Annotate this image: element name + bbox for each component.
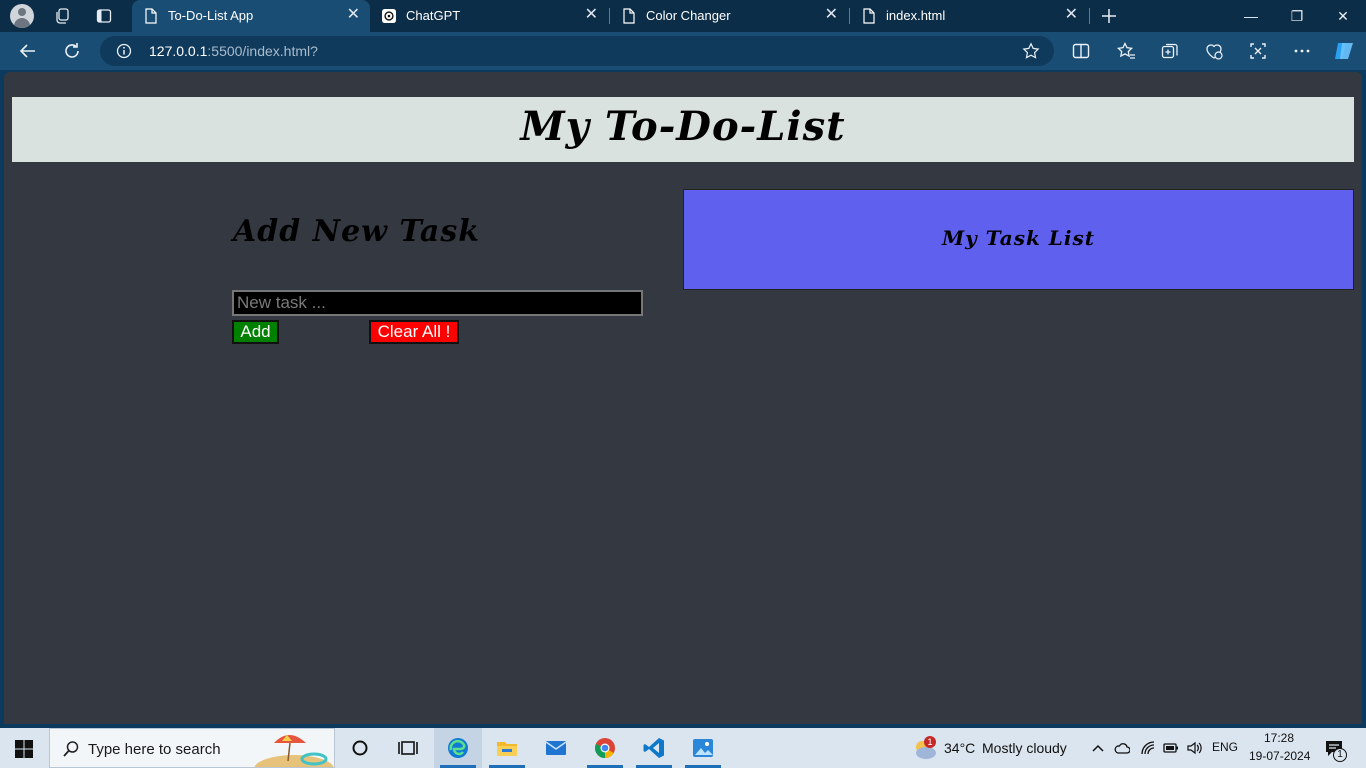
vscode-icon: [643, 738, 664, 758]
mail-envelope-icon: [545, 741, 567, 755]
browser-tab-strip: To-Do-List App ✕ ChatGPT ✕ Color Changer…: [0, 0, 1366, 32]
tab-chatgpt[interactable]: ChatGPT ✕: [370, 0, 608, 32]
taskbar-chrome[interactable]: [581, 728, 629, 768]
refresh-icon[interactable]: [62, 41, 82, 61]
chrome-browser-icon: [595, 738, 615, 759]
back-arrow-icon[interactable]: [18, 41, 38, 61]
weather-badge: 1: [924, 736, 936, 748]
volume-speaker-icon[interactable]: [1186, 740, 1202, 756]
weather-condition[interactable]: Mostly cloudy: [982, 740, 1067, 756]
show-hidden-icons-chevron-icon[interactable]: [1090, 740, 1106, 756]
task-list-title: My Task List: [942, 226, 1095, 250]
address-bar[interactable]: 127.0.0.1:5500/index.html?: [100, 36, 1054, 66]
clock-date[interactable]: 19-07-2024: [1249, 749, 1310, 763]
close-tab-icon[interactable]: ✕: [347, 7, 360, 23]
language-indicator[interactable]: ENG: [1212, 740, 1238, 754]
close-tab-icon[interactable]: ✕: [1065, 7, 1078, 23]
add-task-button[interactable]: Add: [232, 320, 279, 344]
task-list-panel: My Task List: [683, 189, 1354, 290]
battery-icon[interactable]: [1163, 740, 1179, 756]
url-text[interactable]: 127.0.0.1:5500/index.html?: [149, 43, 318, 59]
site-info-icon[interactable]: [116, 43, 132, 59]
minimize-button[interactable]: —: [1228, 0, 1274, 32]
taskbar-file-explorer[interactable]: [483, 728, 531, 768]
notification-count-badge: 1: [1333, 748, 1347, 762]
browser-essentials-icon[interactable]: [1204, 41, 1224, 61]
chatgpt-logo-icon: [382, 9, 396, 23]
search-icon: [63, 741, 79, 757]
url-host: 127.0.0.1: [149, 43, 208, 59]
page-file-icon: [863, 8, 875, 24]
favorite-star-icon[interactable]: [1022, 42, 1040, 60]
weather-temperature[interactable]: 34°C: [944, 740, 975, 756]
taskbar-mail[interactable]: [532, 728, 580, 768]
search-placeholder: Type here to search: [88, 741, 221, 758]
tab-title: index.html: [886, 8, 946, 23]
page-viewport: My To-Do-List Add New Task Add Clear All…: [4, 72, 1362, 724]
tab-todo-list-app[interactable]: To-Do-List App ✕: [132, 0, 370, 32]
tab-actions-icon[interactable]: [96, 8, 112, 24]
taskbar-edge[interactable]: [434, 728, 482, 768]
page-file-icon: [623, 8, 635, 24]
url-path: :5500/index.html?: [207, 43, 318, 59]
clock-time[interactable]: 17:28: [1264, 731, 1294, 745]
collections-icon[interactable]: [1160, 41, 1180, 61]
workspaces-icon[interactable]: [54, 8, 70, 24]
close-window-button[interactable]: ✕: [1320, 0, 1366, 32]
tab-title: Color Changer: [646, 8, 731, 23]
clear-all-button[interactable]: Clear All !: [369, 320, 459, 344]
favorites-icon[interactable]: [1116, 41, 1136, 61]
restore-button[interactable]: ❐: [1274, 0, 1320, 32]
add-task-heading: Add New Task: [233, 214, 481, 249]
cortana-button[interactable]: [336, 728, 384, 768]
close-tab-icon[interactable]: ✕: [825, 7, 838, 23]
windows-taskbar: Type here to search 1 34°C Mostly cloudy: [0, 728, 1366, 768]
cortana-circle-icon: [352, 740, 368, 756]
taskbar-search-box[interactable]: Type here to search: [49, 728, 335, 768]
new-task-input[interactable]: [232, 290, 643, 316]
photos-icon: [693, 739, 713, 757]
new-tab-plus-icon[interactable]: [1101, 8, 1117, 24]
edge-browser-icon: [448, 738, 468, 758]
tab-title: To-Do-List App: [168, 8, 254, 23]
close-tab-icon[interactable]: ✕: [585, 7, 598, 23]
windows-start-icon[interactable]: [15, 740, 33, 758]
page-title: My To-Do-List: [520, 103, 846, 150]
copilot-icon[interactable]: [1332, 39, 1356, 63]
task-view-button[interactable]: [384, 728, 432, 768]
wifi-icon[interactable]: [1140, 740, 1156, 756]
taskbar-vscode[interactable]: [630, 728, 678, 768]
tab-separator: [1089, 8, 1090, 24]
onedrive-cloud-icon[interactable]: [1114, 740, 1130, 756]
page-header: My To-Do-List: [12, 97, 1354, 162]
split-screen-icon[interactable]: [1071, 41, 1091, 61]
tab-index-html[interactable]: index.html ✕: [850, 0, 1088, 32]
more-menu-icon[interactable]: [1292, 41, 1312, 61]
tab-title: ChatGPT: [406, 8, 461, 23]
search-highlight-beach-icon: [254, 735, 334, 767]
browser-toolbar: 127.0.0.1:5500/index.html?: [0, 32, 1366, 70]
page-file-icon: [145, 8, 157, 24]
file-explorer-folder-icon: [497, 742, 517, 756]
screenshot-icon[interactable]: [1248, 41, 1268, 61]
profile-avatar-icon[interactable]: [10, 4, 34, 28]
taskbar-photos[interactable]: [679, 728, 727, 768]
task-view-icon: [398, 741, 418, 755]
tab-color-changer[interactable]: Color Changer ✕: [610, 0, 848, 32]
